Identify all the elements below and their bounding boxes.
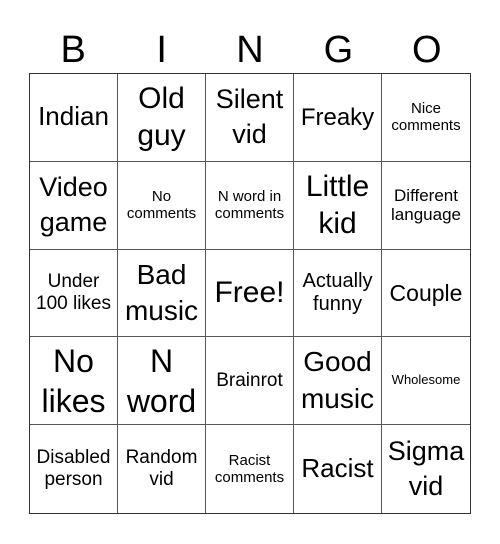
bingo-cell[interactable]: No likes: [30, 337, 118, 426]
bingo-cell[interactable]: Nice comments: [382, 74, 470, 162]
bingo-cell[interactable]: Under 100 likes: [30, 249, 118, 338]
bingo-cell[interactable]: Freaky: [294, 74, 382, 162]
bingo-cell[interactable]: Actually funny: [294, 249, 382, 338]
header-letter-b: B: [60, 29, 86, 71]
header-letter-g: G: [323, 29, 354, 71]
bingo-cell[interactable]: Video game: [30, 161, 118, 250]
bingo-cell[interactable]: N word: [118, 337, 206, 426]
bingo-cell[interactable]: Different language: [382, 162, 470, 250]
bingo-cell[interactable]: Disabled person: [30, 425, 118, 513]
bingo-cell[interactable]: Random vid: [118, 425, 206, 513]
bingo-grid: Indian Old guy Silent vid Freaky Nice co…: [29, 73, 471, 514]
free-space-cell[interactable]: Free!: [206, 249, 294, 338]
header-letter-n: N: [236, 29, 264, 71]
bingo-cell[interactable]: Old guy: [118, 74, 206, 162]
bingo-cell[interactable]: Racist: [294, 425, 382, 513]
bingo-cell[interactable]: Little kid: [294, 161, 382, 250]
bingo-cell[interactable]: No comments: [118, 161, 206, 250]
header-letter-i: I: [156, 29, 167, 71]
header-letter-o: O: [412, 29, 442, 71]
bingo-cell[interactable]: Sigma vid: [382, 425, 470, 513]
bingo-cell[interactable]: Good music: [294, 337, 382, 426]
bingo-cell[interactable]: N word in comments: [206, 161, 294, 250]
bingo-cell[interactable]: Wholesome: [382, 337, 470, 426]
bingo-cell[interactable]: Couple: [382, 250, 470, 338]
bingo-cell[interactable]: Silent vid: [206, 74, 294, 162]
bingo-cell[interactable]: Indian: [30, 74, 118, 162]
bingo-header: B I N G O: [29, 28, 471, 72]
bingo-cell[interactable]: Bad music: [118, 249, 206, 338]
bingo-cell[interactable]: Brainrot: [206, 337, 294, 426]
bingo-cell[interactable]: Racist comments: [206, 425, 294, 513]
